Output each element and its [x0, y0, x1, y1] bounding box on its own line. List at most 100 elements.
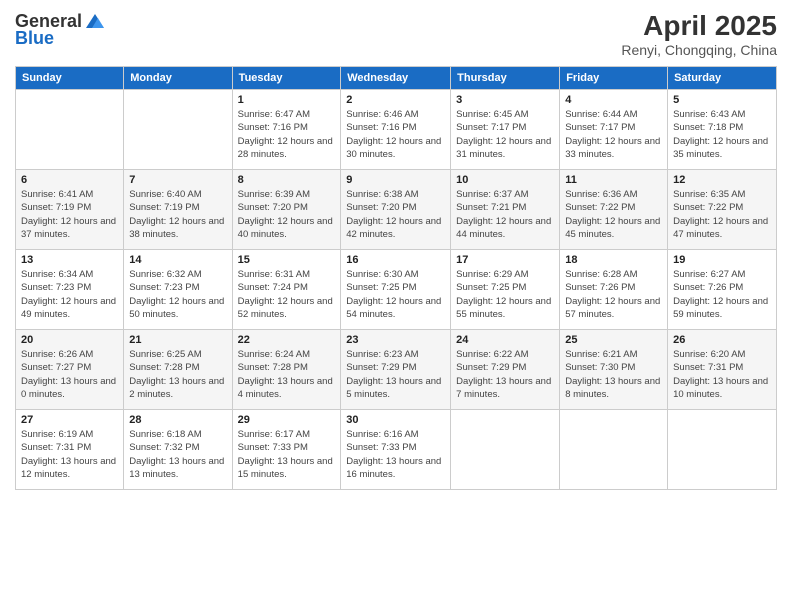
- week-row-2: 6 Sunrise: 6:41 AM Sunset: 7:19 PM Daylig…: [16, 170, 777, 250]
- weekday-header-friday: Friday: [560, 67, 668, 90]
- day-number: 23: [346, 334, 445, 346]
- day-info: Sunrise: 6:19 AM Sunset: 7:31 PM Dayligh…: [21, 428, 118, 481]
- calendar-cell: 5 Sunrise: 6:43 AM Sunset: 7:18 PM Daylig…: [668, 90, 777, 170]
- day-info: Sunrise: 6:45 AM Sunset: 7:17 PM Dayligh…: [456, 108, 554, 161]
- day-number: 29: [238, 414, 336, 426]
- calendar-cell: [16, 90, 124, 170]
- day-number: 13: [21, 254, 118, 266]
- day-info: Sunrise: 6:44 AM Sunset: 7:17 PM Dayligh…: [565, 108, 662, 161]
- day-number: 11: [565, 174, 662, 186]
- calendar-cell: 27 Sunrise: 6:19 AM Sunset: 7:31 PM Dayli…: [16, 410, 124, 490]
- day-info: Sunrise: 6:37 AM Sunset: 7:21 PM Dayligh…: [456, 188, 554, 241]
- title-block: April 2025 Renyi, Chongqing, China: [621, 10, 777, 58]
- calendar-cell: 9Sunrise: 6:38 AM Sunset: 7:20 PM Daylig…: [341, 170, 451, 250]
- calendar-cell: 22 Sunrise: 6:24 AM Sunset: 7:28 PM Dayli…: [232, 330, 341, 410]
- day-number: 25: [565, 334, 662, 346]
- day-number: 21: [129, 334, 226, 346]
- day-number: 8: [238, 174, 336, 186]
- day-info: Sunrise: 6:40 AM Sunset: 7:19 PM Dayligh…: [129, 188, 226, 241]
- day-info: Sunrise: 6:16 AM Sunset: 7:33 PM Dayligh…: [346, 428, 445, 481]
- calendar-cell: 29 Sunrise: 6:17 AM Sunset: 7:33 PM Dayli…: [232, 410, 341, 490]
- calendar-cell: 8 Sunrise: 6:39 AM Sunset: 7:20 PM Daylig…: [232, 170, 341, 250]
- calendar-cell: 17Sunrise: 6:29 AM Sunset: 7:25 PM Dayli…: [451, 250, 560, 330]
- calendar-cell: 4 Sunrise: 6:44 AM Sunset: 7:17 PM Daylig…: [560, 90, 668, 170]
- day-info: Sunrise: 6:23 AM Sunset: 7:29 PM Dayligh…: [346, 348, 445, 401]
- day-number: 3: [456, 94, 554, 106]
- day-number: 4: [565, 94, 662, 106]
- day-number: 14: [129, 254, 226, 266]
- weekday-header-thursday: Thursday: [451, 67, 560, 90]
- weekday-header-wednesday: Wednesday: [341, 67, 451, 90]
- calendar-cell: [560, 410, 668, 490]
- week-row-1: 1 Sunrise: 6:47 AM Sunset: 7:16 PM Daylig…: [16, 90, 777, 170]
- day-info: Sunrise: 6:36 AM Sunset: 7:22 PM Dayligh…: [565, 188, 662, 241]
- day-info: Sunrise: 6:27 AM Sunset: 7:26 PM Dayligh…: [673, 268, 771, 321]
- weekday-header-sunday: Sunday: [16, 67, 124, 90]
- calendar-cell: [451, 410, 560, 490]
- calendar-cell: 21 Sunrise: 6:25 AM Sunset: 7:28 PM Dayli…: [124, 330, 232, 410]
- weekday-header-monday: Monday: [124, 67, 232, 90]
- day-info: Sunrise: 6:41 AM Sunset: 7:19 PM Dayligh…: [21, 188, 118, 241]
- calendar-cell: [124, 90, 232, 170]
- day-info: Sunrise: 6:30 AM Sunset: 7:25 PM Dayligh…: [346, 268, 445, 321]
- day-number: 24: [456, 334, 554, 346]
- weekday-header-row: SundayMondayTuesdayWednesdayThursdayFrid…: [16, 67, 777, 90]
- day-number: 16: [346, 254, 445, 266]
- day-info: Sunrise: 6:24 AM Sunset: 7:28 PM Dayligh…: [238, 348, 336, 401]
- calendar: SundayMondayTuesdayWednesdayThursdayFrid…: [15, 66, 777, 490]
- day-number: 18: [565, 254, 662, 266]
- calendar-cell: 1 Sunrise: 6:47 AM Sunset: 7:16 PM Daylig…: [232, 90, 341, 170]
- logo-blue: Blue: [15, 28, 54, 49]
- week-row-5: 27 Sunrise: 6:19 AM Sunset: 7:31 PM Dayli…: [16, 410, 777, 490]
- header: General Blue April 2025 Renyi, Chongqing…: [15, 10, 777, 58]
- day-info: Sunrise: 6:35 AM Sunset: 7:22 PM Dayligh…: [673, 188, 771, 241]
- day-number: 17: [456, 254, 554, 266]
- calendar-cell: 25Sunrise: 6:21 AM Sunset: 7:30 PM Dayli…: [560, 330, 668, 410]
- day-info: Sunrise: 6:20 AM Sunset: 7:31 PM Dayligh…: [673, 348, 771, 401]
- logo-icon: [84, 10, 106, 32]
- week-row-3: 13 Sunrise: 6:34 AM Sunset: 7:23 PM Dayli…: [16, 250, 777, 330]
- calendar-cell: [668, 410, 777, 490]
- calendar-cell: 28Sunrise: 6:18 AM Sunset: 7:32 PM Dayli…: [124, 410, 232, 490]
- day-info: Sunrise: 6:22 AM Sunset: 7:29 PM Dayligh…: [456, 348, 554, 401]
- day-number: 9: [346, 174, 445, 186]
- day-number: 15: [238, 254, 336, 266]
- day-number: 27: [21, 414, 118, 426]
- day-number: 1: [238, 94, 336, 106]
- calendar-cell: 7 Sunrise: 6:40 AM Sunset: 7:19 PM Daylig…: [124, 170, 232, 250]
- day-number: 22: [238, 334, 336, 346]
- calendar-cell: 18Sunrise: 6:28 AM Sunset: 7:26 PM Dayli…: [560, 250, 668, 330]
- day-number: 19: [673, 254, 771, 266]
- subtitle: Renyi, Chongqing, China: [621, 42, 777, 58]
- day-info: Sunrise: 6:47 AM Sunset: 7:16 PM Dayligh…: [238, 108, 336, 161]
- day-number: 30: [346, 414, 445, 426]
- page: General Blue April 2025 Renyi, Chongqing…: [0, 0, 792, 612]
- day-info: Sunrise: 6:17 AM Sunset: 7:33 PM Dayligh…: [238, 428, 336, 481]
- day-info: Sunrise: 6:34 AM Sunset: 7:23 PM Dayligh…: [21, 268, 118, 321]
- calendar-cell: 30 Sunrise: 6:16 AM Sunset: 7:33 PM Dayli…: [341, 410, 451, 490]
- calendar-cell: 24 Sunrise: 6:22 AM Sunset: 7:29 PM Dayli…: [451, 330, 560, 410]
- day-number: 28: [129, 414, 226, 426]
- main-title: April 2025: [621, 10, 777, 42]
- day-info: Sunrise: 6:43 AM Sunset: 7:18 PM Dayligh…: [673, 108, 771, 161]
- calendar-cell: 20Sunrise: 6:26 AM Sunset: 7:27 PM Dayli…: [16, 330, 124, 410]
- day-info: Sunrise: 6:31 AM Sunset: 7:24 PM Dayligh…: [238, 268, 336, 321]
- day-number: 6: [21, 174, 118, 186]
- calendar-cell: 14 Sunrise: 6:32 AM Sunset: 7:23 PM Dayli…: [124, 250, 232, 330]
- weekday-header-tuesday: Tuesday: [232, 67, 341, 90]
- day-info: Sunrise: 6:32 AM Sunset: 7:23 PM Dayligh…: [129, 268, 226, 321]
- day-number: 2: [346, 94, 445, 106]
- day-number: 5: [673, 94, 771, 106]
- calendar-cell: 2Sunrise: 6:46 AM Sunset: 7:16 PM Daylig…: [341, 90, 451, 170]
- logo: General Blue: [15, 10, 106, 49]
- calendar-cell: 23 Sunrise: 6:23 AM Sunset: 7:29 PM Dayli…: [341, 330, 451, 410]
- calendar-cell: 12Sunrise: 6:35 AM Sunset: 7:22 PM Dayli…: [668, 170, 777, 250]
- week-row-4: 20Sunrise: 6:26 AM Sunset: 7:27 PM Dayli…: [16, 330, 777, 410]
- calendar-cell: 13 Sunrise: 6:34 AM Sunset: 7:23 PM Dayli…: [16, 250, 124, 330]
- calendar-cell: 6 Sunrise: 6:41 AM Sunset: 7:19 PM Daylig…: [16, 170, 124, 250]
- day-number: 10: [456, 174, 554, 186]
- day-number: 7: [129, 174, 226, 186]
- calendar-cell: 15 Sunrise: 6:31 AM Sunset: 7:24 PM Dayli…: [232, 250, 341, 330]
- day-info: Sunrise: 6:39 AM Sunset: 7:20 PM Dayligh…: [238, 188, 336, 241]
- day-info: Sunrise: 6:25 AM Sunset: 7:28 PM Dayligh…: [129, 348, 226, 401]
